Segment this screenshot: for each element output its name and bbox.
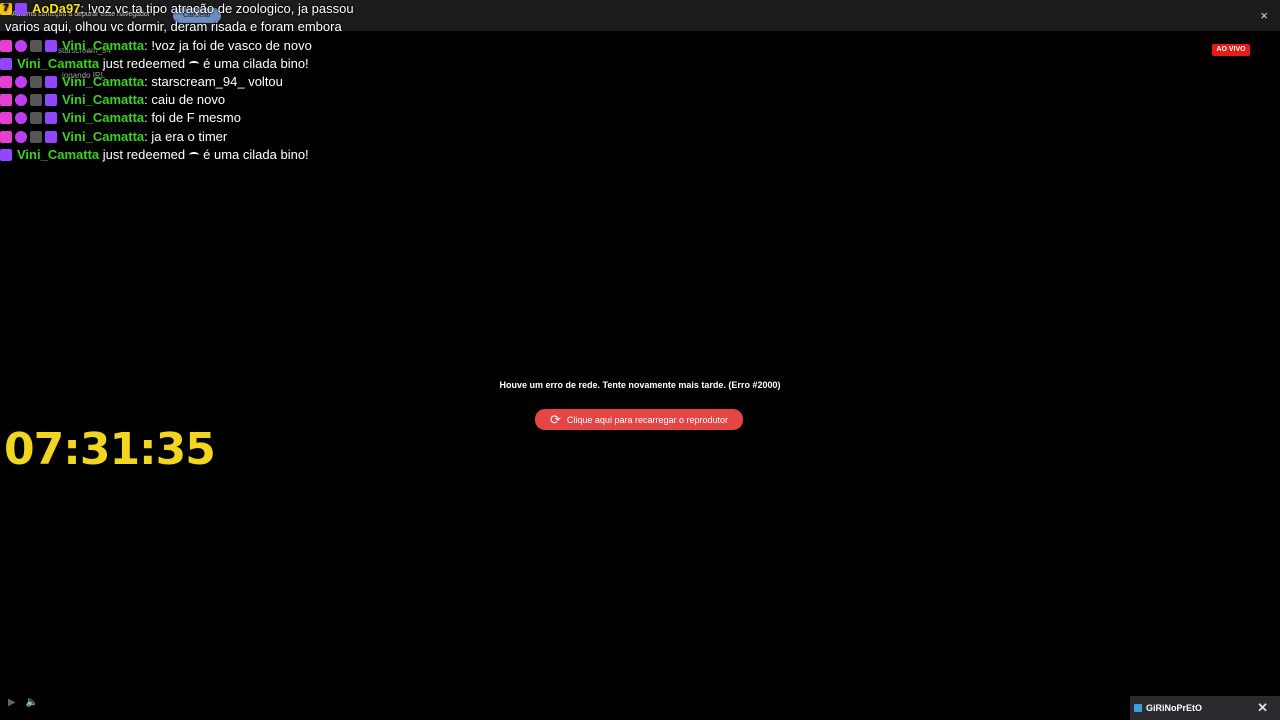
heart-badge-icon (15, 112, 27, 124)
chat-message-text: !voz ja foi de vasco de novo (151, 38, 312, 53)
subscriber-badge-icon (0, 40, 12, 52)
chat-message: Vini_Camatta just redeemed é uma cilada … (0, 146, 309, 164)
chat-message-text: ja era o timer (151, 129, 228, 144)
chat-message: Vini_Camatta : starscream_94_ voltou (0, 73, 283, 91)
chat-message-text: just redeemed (102, 147, 186, 162)
reload-icon: ⟳ (550, 411, 561, 427)
redeem-title: é uma cilada bino! (203, 147, 309, 162)
badges: 7 (0, 3, 30, 15)
chat-message: Vini_Camatta : foi de F mesmo (0, 109, 241, 127)
chat-message-text: starscream_94_ voltou (151, 74, 283, 89)
channel-icon (1134, 704, 1142, 712)
chat-message-continuation: varios aqui, olhou vc dormir, deram risa… (0, 18, 342, 36)
glasses-badge-icon (30, 40, 42, 52)
channel-pill[interactable]: GiRiNoPrEtO ✕ (1130, 696, 1280, 720)
twitch-badge-icon (15, 3, 27, 15)
player-controls: ▶ 🔈 (8, 697, 38, 708)
chat-message: Vini_Camatta : ja era o timer (0, 128, 227, 146)
glasses-badge-icon (30, 76, 42, 88)
live-badge: AO VIVO (1212, 44, 1250, 56)
heart-badge-icon (15, 76, 27, 88)
twitch-badge-icon (45, 76, 57, 88)
subscriber-badge-icon (0, 94, 12, 106)
chat-username[interactable]: Vini_Camatta (62, 37, 144, 55)
chat-username[interactable]: Vini_Camatta (62, 109, 144, 127)
reload-player-button[interactable]: ⟳ Clique aqui para recarregar o reprodut… (535, 409, 743, 430)
chat-message: 7 AoDa97 : !voz vc ta tipo atração de zo… (0, 0, 354, 18)
twitch-badge-icon (0, 58, 12, 70)
chat-message-text: caiu de novo (151, 92, 226, 107)
chat-message-text: varios aqui, olhou vc dormir, deram risa… (5, 19, 342, 34)
twitch-badge-icon (45, 94, 57, 106)
play-icon[interactable]: ▶ (8, 697, 16, 708)
network-error-message: Houve um erro de rede. Tente novamente m… (499, 380, 781, 390)
chat-message: Vini_Camatta just redeemed é uma cilada … (0, 55, 309, 73)
subscriber-badge-icon (0, 131, 12, 143)
chat-username[interactable]: Vini_Camatta (17, 55, 99, 73)
subscriber-badge-icon (0, 112, 12, 124)
twitch-badge-icon (45, 131, 57, 143)
chat-username[interactable]: AoDa97 (32, 0, 80, 18)
chat-username[interactable]: Vini_Camatta (62, 73, 144, 91)
volume-icon[interactable]: 🔈 (26, 697, 38, 708)
chat-message-text: just redeemed (102, 56, 186, 71)
chat-message-text: !voz vc ta tipo atração de zoologico, ja… (87, 1, 354, 16)
redeem-icon (189, 152, 200, 158)
chat-message-text: foi de F mesmo (151, 110, 241, 125)
chat-username[interactable]: Vini_Camatta (62, 128, 144, 146)
twitch-badge-icon (45, 40, 57, 52)
glasses-badge-icon (30, 131, 42, 143)
chat-username[interactable]: Vini_Camatta (17, 146, 99, 164)
subscriber-badge-icon (0, 76, 12, 88)
glasses-badge-icon (30, 94, 42, 106)
chat-message: Vini_Camatta : !voz ja foi de vasco de n… (0, 37, 312, 55)
seven-badge-icon: 7 (0, 3, 12, 15)
twitch-badge-icon (45, 112, 57, 124)
stream-timer: 07:31:35 (4, 424, 216, 475)
chat-username[interactable]: Vini_Camatta (62, 91, 144, 109)
channel-name: GiRiNoPrEtO (1146, 703, 1203, 713)
redeem-title: é uma cilada bino! (203, 56, 309, 71)
twitch-badge-icon (0, 149, 12, 161)
glasses-badge-icon (30, 112, 42, 124)
heart-badge-icon (15, 40, 27, 52)
reload-player-label: Clique aqui para recarregar o reprodutor (566, 414, 728, 425)
redeem-icon (189, 61, 200, 67)
heart-badge-icon (15, 131, 27, 143)
close-banner-button[interactable]: × (1260, 8, 1268, 23)
close-channel-button[interactable]: ✕ (1257, 700, 1268, 716)
heart-badge-icon (15, 94, 27, 106)
chat-message: Vini_Camatta : caiu de novo (0, 91, 225, 109)
